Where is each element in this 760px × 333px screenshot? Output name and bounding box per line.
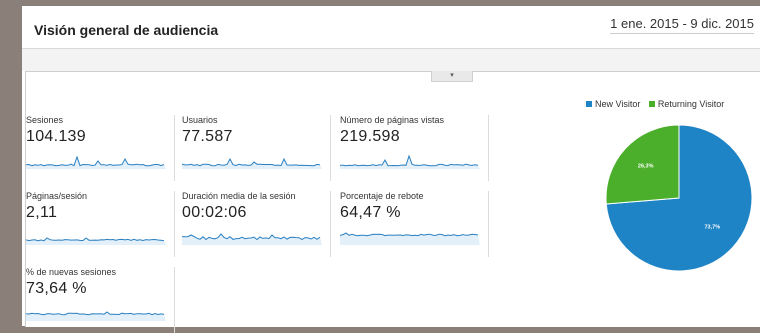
visitor-type-pie-chart: 73,7% 26,3% [605, 124, 753, 272]
metric-pageviews[interactable]: Número de páginas vistas 219.598 [340, 115, 489, 181]
metric-bounce-rate[interactable]: Porcentaje de rebote 64,47 % [340, 191, 489, 257]
date-range-selector[interactable]: 1 ene. 2015 - 9 dic. 2015 [610, 16, 754, 34]
metric-label: Sesiones [26, 115, 64, 125]
legend-label: Returning Visitor [657, 99, 725, 109]
sessions-sparkline [26, 155, 166, 169]
new-sessions-sparkline [26, 311, 166, 321]
metric-new-sessions[interactable]: % de nuevas sesiones 73,64 % [26, 267, 175, 333]
sparkline-line [26, 311, 165, 316]
sparkline-line [182, 157, 321, 167]
duration-sparkline [182, 233, 322, 245]
metric-value: 00:02:06 [182, 204, 247, 221]
sparkline-area [26, 238, 166, 245]
sparkline-area [182, 234, 322, 245]
metric-value: 64,47 % [340, 204, 401, 221]
pageviews-sparkline [340, 154, 480, 169]
legend-swatch [586, 101, 592, 107]
page-title: Visión general de audiencia [34, 22, 219, 38]
sparkline-line [340, 232, 479, 237]
metric-sessions[interactable]: Sesiones 104.139 [26, 115, 175, 181]
header-spacer [22, 49, 760, 71]
pie-slice-label: 26,3% [638, 163, 654, 169]
legend-label: New Visitor [595, 99, 641, 109]
pie-legend: New Visitor Returning Visitor [586, 99, 730, 109]
metric-label: Número de páginas vistas [340, 115, 445, 125]
users-sparkline [182, 157, 322, 169]
metric-label: Duración media de la sesión [182, 191, 296, 201]
metric-label: Páginas/sesión [26, 191, 88, 201]
chevron-down-icon: ▾ [450, 72, 454, 79]
audience-overview: Visión general de audiencia 1 ene. 2015 … [22, 6, 760, 333]
legend-item-new-visitor[interactable]: New Visitor [586, 99, 640, 109]
metric-label: Usuarios [182, 115, 218, 125]
metric-value: 2,11 [26, 204, 58, 221]
metric-label: Porcentaje de rebote [340, 191, 424, 201]
metric-avg-session-duration[interactable]: Duración media de la sesión 00:02:06 [182, 191, 331, 257]
pages-per-session-sparkline [26, 237, 166, 245]
metrics-panel: ▾ Sesiones 104.139 Usuarios 77.587 Númer… [25, 71, 760, 333]
legend-item-returning-visitor[interactable]: Returning Visitor [648, 99, 725, 109]
metric-label: % de nuevas sesiones [26, 267, 117, 277]
pie-slice-label: 73,7% [704, 225, 720, 231]
collapse-toggle[interactable]: ▾ [431, 71, 473, 82]
metric-value: 104.139 [26, 128, 86, 145]
metric-value: 77.587 [182, 128, 233, 145]
bounce-rate-sparkline [340, 232, 480, 245]
metric-value: 219.598 [340, 128, 400, 145]
report-header: Visión general de audiencia 1 ene. 2015 … [22, 6, 760, 49]
sparkline-line [26, 155, 165, 167]
metric-value: 73,64 % [26, 280, 87, 297]
metric-users[interactable]: Usuarios 77.587 [182, 115, 331, 181]
legend-swatch [648, 101, 655, 107]
metric-pages-per-session[interactable]: Páginas/sesión 2,11 [26, 191, 175, 257]
